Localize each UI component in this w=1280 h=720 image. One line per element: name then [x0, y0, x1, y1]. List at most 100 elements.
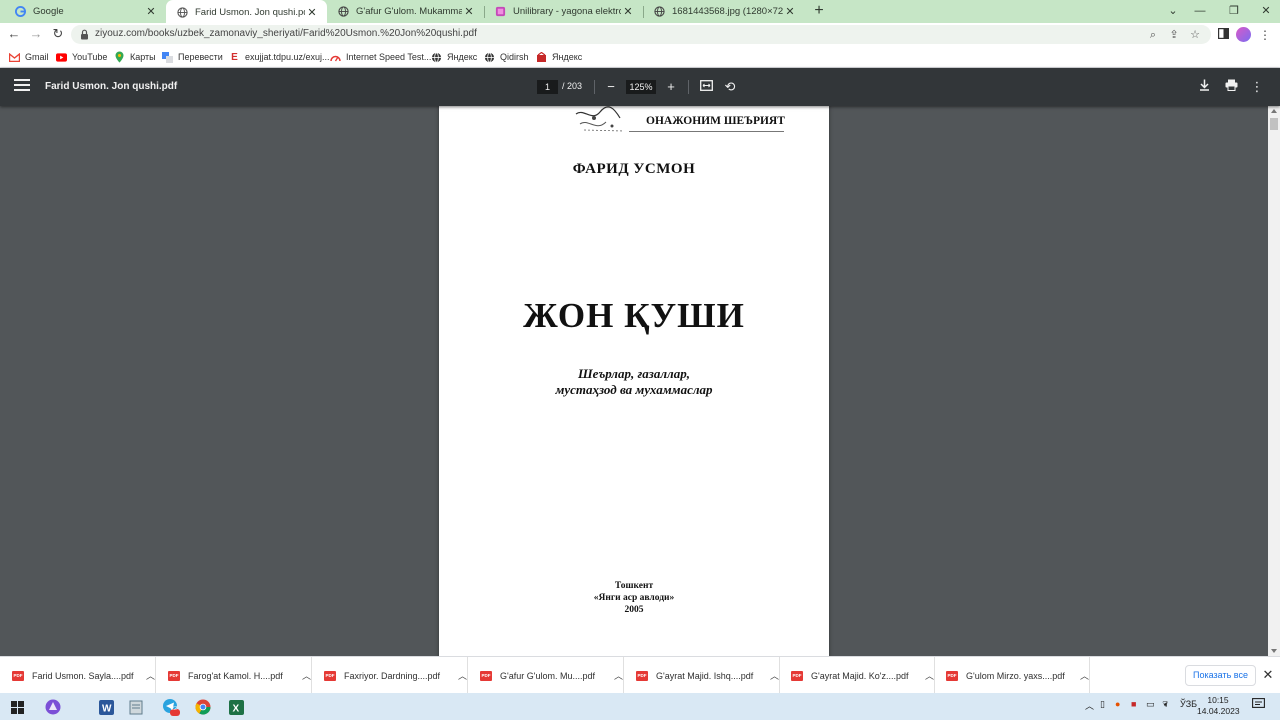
download-item[interactable]: PDF Farid Usmon. Sayla....pdf ︿	[0, 657, 156, 694]
fit-page-icon[interactable]	[697, 78, 715, 96]
reload-button[interactable]: ↻	[47, 23, 69, 46]
download-name: G'ayrat Majid. Ishq....pdf	[656, 670, 754, 681]
show-all-button[interactable]: Показать все	[1185, 665, 1256, 686]
bookmark-youtube[interactable]: YouTube	[56, 49, 107, 65]
new-tab-button[interactable]: +	[809, 1, 829, 21]
kebab-menu-icon[interactable]: ⋮	[1257, 27, 1273, 43]
close-icon[interactable]: ✕	[144, 5, 158, 18]
download-item[interactable]: PDF G'afur G'ulom. Mu....pdf ︿	[468, 657, 624, 694]
download-name: G'ayrat Majid. Ko'z....pdf	[811, 670, 909, 681]
system-clock[interactable]: 10:15 14.04.2023	[1197, 695, 1240, 717]
restore-button[interactable]: ❐	[1216, 0, 1252, 23]
chevron-up-icon[interactable]: ︿	[1080, 669, 1089, 682]
address-bar[interactable]: ziyouz.com/books/uzbek_zamonaviy_sheriya…	[71, 25, 1211, 44]
tray-alert-icon[interactable]: ●	[1115, 699, 1120, 709]
telegram-badge: 22	[171, 706, 178, 712]
page-number-input[interactable]: 1	[537, 80, 558, 94]
file-explorer-icon[interactable]	[126, 697, 146, 717]
tray-app-icon[interactable]: ■	[1131, 699, 1136, 709]
star-icon[interactable]: ☆	[1188, 28, 1202, 42]
bookmark-qidirsh[interactable]: Qidirsh	[484, 49, 529, 65]
scrollbar-thumb[interactable]	[1270, 118, 1278, 130]
download-item[interactable]: PDF G'ayrat Majid. Ko'z....pdf ︿	[779, 657, 935, 694]
close-icon[interactable]: ✕	[621, 5, 635, 18]
scroll-up-arrow[interactable]	[1271, 109, 1277, 113]
pdf-file-icon: PDF	[946, 670, 958, 681]
download-item[interactable]: PDF G'ayrat Majid. Ishq....pdf ︿	[624, 657, 780, 694]
lock-icon[interactable]	[80, 29, 89, 43]
back-button[interactable]: ←	[3, 23, 25, 46]
bookmark-yandex[interactable]: Яндекс	[431, 49, 477, 65]
globe-icon	[653, 6, 665, 18]
bookmark-speedtest[interactable]: Internet Speed Test...	[330, 49, 431, 65]
chevron-up-icon[interactable]: ︿	[770, 669, 779, 682]
tab-gafur-gulom[interactable]: G'afur G'ulom. Mukammal asarla ✕	[327, 0, 484, 23]
vertical-scrollbar[interactable]	[1268, 106, 1280, 656]
tab-jpg-image[interactable]: 1681443568.jpg (1280×720) ✕	[643, 0, 805, 23]
bookmark-gmail[interactable]: Gmail	[9, 49, 49, 65]
bookmark-translate[interactable]: Перевести	[162, 49, 223, 65]
close-icon[interactable]: ✕	[305, 6, 319, 19]
book-title: ЖОН ҚУШИ	[523, 296, 745, 335]
tab-farid-usmon-pdf[interactable]: Farid Usmon. Jon qushi.pdf ✕	[166, 0, 327, 24]
zoom-out-button[interactable]: −	[602, 78, 620, 96]
download-icon[interactable]	[1195, 78, 1213, 96]
imprint: Тошкент «Янги аср авлоди» 2005	[439, 580, 829, 616]
speaker-icon[interactable]: 🔈︎	[1164, 699, 1169, 710]
excel-icon[interactable]: X	[226, 697, 246, 717]
share-icon[interactable]: ⇪	[1167, 28, 1181, 42]
bookmark-label: YouTube	[72, 52, 108, 62]
download-item[interactable]: PDF Faxriyor. Dardning....pdf ︿	[312, 657, 468, 694]
tab-google[interactable]: Google ✕	[4, 0, 166, 23]
globe-icon	[431, 52, 442, 63]
chevron-up-icon[interactable]: ︿	[614, 669, 623, 682]
close-icon[interactable]: ✕	[783, 5, 797, 18]
ornament-icon	[575, 106, 625, 132]
tray-display-icon[interactable]: ▭	[1146, 699, 1155, 710]
speedtest-icon	[330, 52, 341, 63]
tab-unilibrary[interactable]: Unilibrary - yagona elektron kutu ✕	[484, 0, 643, 23]
menu-icon[interactable]	[14, 79, 30, 93]
zoom-in-button[interactable]: +	[662, 78, 680, 96]
chevron-up-icon[interactable]: ︿	[302, 669, 311, 682]
download-name: G'ulom Mirzo. yaxs....pdf	[966, 670, 1065, 681]
chevron-up-icon[interactable]: ︿	[458, 669, 467, 682]
chevron-up-icon[interactable]: ︿	[925, 669, 934, 682]
bookmark-label: Яндекс	[552, 52, 583, 62]
download-item[interactable]: PDF Farog'at Kamol. H....pdf ︿	[156, 657, 312, 694]
notifications-icon[interactable]	[1252, 698, 1265, 712]
zoom-icon[interactable]: ⌕	[1146, 28, 1160, 42]
download-item[interactable]: PDF G'ulom Mirzo. yaxs....pdf ︿	[934, 657, 1090, 694]
close-icon[interactable]: ✕	[462, 5, 476, 18]
pdf-viewer[interactable]: ОНАЖОНИМ ШЕЪРИЯТ ФАРИД УСМОН ЖОН ҚУШИ Ше…	[0, 106, 1280, 656]
clock-time: 10:15	[1207, 695, 1229, 705]
forward-button[interactable]: →	[25, 23, 47, 46]
gmail-icon	[9, 52, 20, 63]
profile-avatar[interactable]	[1236, 27, 1251, 42]
close-window-button[interactable]: ✕	[1248, 0, 1280, 23]
side-panel-icon[interactable]	[1215, 27, 1231, 43]
chrome-icon[interactable]	[193, 697, 213, 717]
chevron-up-icon[interactable]: ︿	[146, 669, 155, 682]
google-icon	[14, 6, 26, 18]
scroll-down-arrow[interactable]	[1271, 649, 1277, 653]
input-language[interactable]: ЎЗБ	[1180, 699, 1197, 709]
bookmark-exujjat[interactable]: E exujjat.tdpu.uz/exuj...	[229, 49, 329, 65]
zoom-level-input[interactable]: 125%	[626, 80, 656, 94]
imprint-city: Тошкент	[614, 581, 654, 591]
globe-icon	[176, 6, 188, 18]
windows-start-icon[interactable]	[7, 697, 27, 717]
minimize-button[interactable]: —	[1182, 0, 1218, 23]
close-icon[interactable]: ✕	[1261, 667, 1275, 683]
app-icon[interactable]	[43, 697, 63, 717]
browser-toolbar: ← → ↻ ziyouz.com/books/uzbek_zamonaviy_s…	[0, 23, 1280, 46]
more-options-icon[interactable]: ⋮	[1248, 78, 1266, 96]
tray-app-icon[interactable]: ▯	[1100, 699, 1105, 710]
url-text[interactable]: ziyouz.com/books/uzbek_zamonaviy_sheriya…	[95, 28, 477, 39]
print-icon[interactable]	[1222, 78, 1240, 96]
word-icon[interactable]: W	[96, 697, 116, 717]
rotate-icon[interactable]: ⟲	[721, 78, 739, 96]
tray-chevron-icon[interactable]: ︿	[1085, 699, 1094, 712]
bookmark-maps[interactable]: Карты	[114, 49, 156, 65]
bookmark-yandex-2[interactable]: Яндекс	[536, 49, 582, 65]
